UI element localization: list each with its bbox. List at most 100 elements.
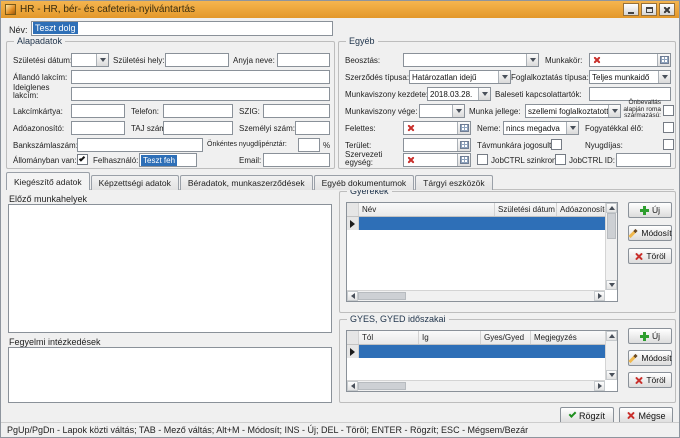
scroll-down-button[interactable] xyxy=(606,370,617,380)
munkakor-label: Munkakör: xyxy=(545,56,582,65)
telefon-input[interactable] xyxy=(163,104,233,118)
telefon-label: Telefon: xyxy=(131,107,159,116)
name-input[interactable]: Teszt dolg xyxy=(31,21,333,36)
allomanyban-van-label: Állományban van: xyxy=(13,156,77,165)
anyja-neve-label: Anyja neve: xyxy=(233,56,275,65)
maximize-button[interactable] xyxy=(641,3,657,16)
elozo-munkahelyek-textarea[interactable] xyxy=(8,204,332,333)
szervezeti-egyseg-lookup[interactable] xyxy=(403,153,471,167)
bankszamlaszam-input[interactable] xyxy=(77,138,203,152)
allomanyban-van-checkbox[interactable] xyxy=(77,154,88,165)
group-gyes-gyed: GYES, GYED időszakai Tól Ig Gyes/Gyed Me… xyxy=(339,319,676,403)
edit-icon xyxy=(629,228,638,237)
children-hscrollbar[interactable] xyxy=(347,290,605,301)
close-button[interactable] xyxy=(659,3,675,16)
taj-szam-input[interactable] xyxy=(163,121,233,135)
munka-jellege-select[interactable]: szellemi foglalkoztatott xyxy=(525,104,621,118)
title-bar: HR - HR, bér- és cafeteria-nyilvántartás xyxy=(1,1,679,18)
szemelyi-szam-input[interactable] xyxy=(295,121,330,135)
scroll-right-button[interactable] xyxy=(594,291,605,301)
scroll-left-button[interactable] xyxy=(347,291,358,301)
munkakor-picker-button[interactable] xyxy=(657,54,670,66)
munkaviszony-vege-picker[interactable] xyxy=(419,104,465,118)
gyes-col-ig[interactable]: Ig xyxy=(419,331,481,344)
nyugdijas-checkbox[interactable] xyxy=(663,139,674,150)
szig-input[interactable] xyxy=(263,104,330,118)
munkakor-lookup[interactable] xyxy=(589,53,671,67)
gyes-vscrollbar[interactable] xyxy=(605,331,617,380)
adoazonosito-input[interactable] xyxy=(71,121,125,135)
beosztas-select[interactable] xyxy=(403,53,539,67)
munkaviszony-kezdete-picker[interactable]: 2018.03.28. xyxy=(427,87,491,101)
foglalkoztatas-tipusa-select[interactable]: Teljes munkaidő xyxy=(589,70,671,84)
gyes-delete-button[interactable]: Töröl xyxy=(628,372,672,388)
felhasznalo-input[interactable]: Teszt feh xyxy=(139,153,197,167)
children-edit-label: Módosít xyxy=(641,228,671,238)
gyes-table[interactable]: Tól Ig Gyes/Gyed Megjegyzés xyxy=(346,330,618,392)
fogyatekkal-elo-checkbox[interactable] xyxy=(663,122,674,133)
anyja-neve-input[interactable] xyxy=(277,53,330,67)
percent-label: % xyxy=(323,141,330,150)
allando-lakcim-input[interactable] xyxy=(71,70,330,84)
children-col-adoazonosito[interactable]: Adóazonosító xyxy=(557,203,605,216)
children-col-nev[interactable]: Név xyxy=(359,203,495,216)
roma-szarmazasu-checkbox[interactable] xyxy=(663,105,674,116)
children-table[interactable]: Név Születési dátum Adóazonosító xyxy=(346,202,618,302)
tavmunkara-jogosult-checkbox[interactable] xyxy=(551,139,562,150)
fegyelmi-intezkedesek-textarea[interactable] xyxy=(8,347,332,403)
children-add-button[interactable]: Új xyxy=(628,202,672,218)
add-icon xyxy=(640,332,649,341)
terulet-picker-button[interactable] xyxy=(457,139,470,151)
onkentes-nyugdijpenztar-input[interactable] xyxy=(298,138,320,152)
tab-targyi-eszkozok[interactable]: Tárgyi eszközök xyxy=(415,175,492,190)
scroll-down-button[interactable] xyxy=(606,280,617,290)
children-delete-button[interactable]: Töröl xyxy=(628,248,672,264)
group-alapadatok: Alapadatok Születési dátum: Születési he… xyxy=(6,41,335,169)
lakcimkartya-input[interactable] xyxy=(71,104,125,118)
neme-select[interactable]: nincs megadva xyxy=(503,121,579,135)
tab-egyeb-dokumentumok[interactable]: Egyéb dokumentumok xyxy=(314,175,415,190)
gyes-col-gyes-gyed[interactable]: Gyes/Gyed xyxy=(481,331,531,344)
minimize-button[interactable] xyxy=(623,3,639,16)
szuletesi-hely-input[interactable] xyxy=(165,53,229,67)
szuletesi-datum-label: Születési dátum: xyxy=(13,56,72,65)
tab-kepzettsegi-adatok[interactable]: Képzettségi adatok xyxy=(91,175,179,190)
gyes-hscrollbar[interactable] xyxy=(347,380,605,391)
tab-kiegeszito-adatok[interactable]: Kiegészítő adatok xyxy=(6,172,90,190)
szerzodes-tipusa-select[interactable]: Határozatlan idejű xyxy=(409,70,511,84)
felettes-picker-button[interactable] xyxy=(457,122,470,134)
hscroll-thumb[interactable] xyxy=(358,292,406,300)
grid-icon xyxy=(460,156,469,164)
hscroll-thumb[interactable] xyxy=(358,382,406,390)
szuletesi-datum-picker[interactable] xyxy=(71,53,109,67)
felhasznalo-label: Felhasználó: xyxy=(93,156,138,165)
jobctrl-id-checkbox[interactable] xyxy=(555,154,566,165)
gyes-col-megjegyzes[interactable]: Megjegyzés xyxy=(531,331,605,344)
szervezeti-egyseg-picker-button[interactable] xyxy=(457,154,470,166)
vscroll-thumb[interactable] xyxy=(607,213,616,239)
scroll-up-button[interactable] xyxy=(606,203,617,213)
scroll-left-button[interactable] xyxy=(347,381,358,391)
email-label: Email: xyxy=(239,156,261,165)
tab-beradatok-munkaszerzodesek[interactable]: Béradatok, munkaszerződések xyxy=(180,175,313,190)
terulet-lookup[interactable] xyxy=(403,138,471,152)
gyes-add-button[interactable]: Új xyxy=(628,328,672,344)
grid-icon xyxy=(460,141,469,149)
children-edit-button[interactable]: Módosít xyxy=(628,225,672,241)
scroll-right-button[interactable] xyxy=(594,381,605,391)
foglalkoztatas-tipusa-label: Foglalkoztatás típusa: xyxy=(511,73,589,82)
jobctrl-szinkron-checkbox[interactable] xyxy=(477,154,488,165)
children-vscrollbar[interactable] xyxy=(605,203,617,290)
gyes-col-tol[interactable]: Tól xyxy=(359,331,419,344)
gyes-selected-row[interactable] xyxy=(347,345,617,358)
szuletesi-hely-label: Születési hely: xyxy=(113,56,165,65)
gyes-edit-button[interactable]: Módosít xyxy=(628,350,672,366)
children-col-szuletesi-datum[interactable]: Születési dátum xyxy=(495,203,557,216)
ideiglenes-lakcim-input[interactable] xyxy=(71,87,330,101)
email-input[interactable] xyxy=(263,153,330,167)
children-selected-row[interactable] xyxy=(347,217,617,230)
scroll-up-button[interactable] xyxy=(606,331,617,341)
terulet-label: Terület: xyxy=(345,141,371,150)
felettes-lookup[interactable] xyxy=(403,121,471,135)
jobctrl-id-input[interactable] xyxy=(616,153,671,167)
